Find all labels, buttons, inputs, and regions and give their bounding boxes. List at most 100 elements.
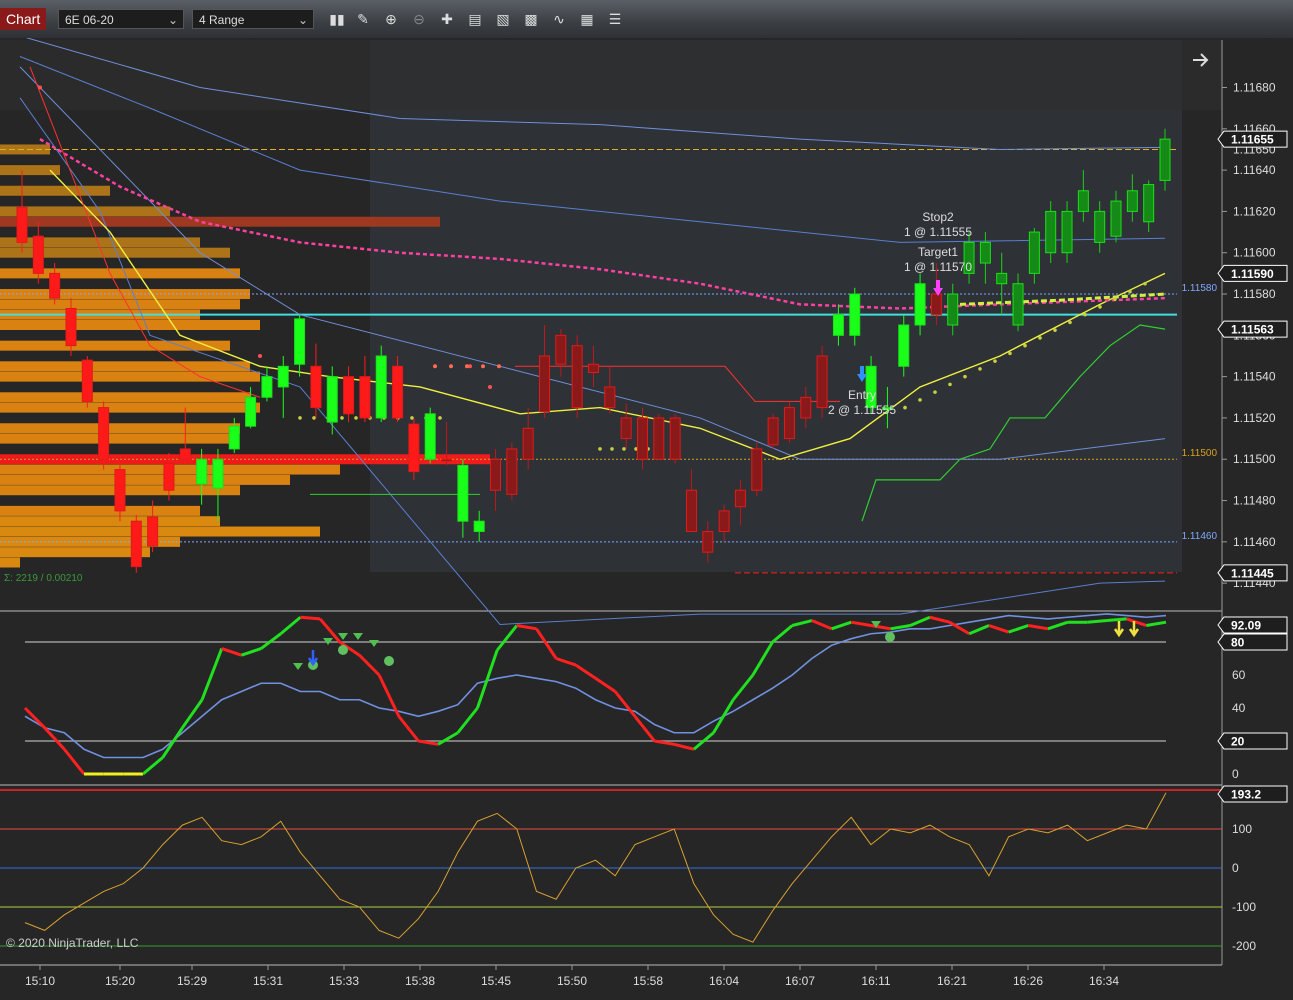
time-tick-label: 15:38 bbox=[405, 974, 435, 988]
oscillator-tick-label: 0 bbox=[1232, 767, 1239, 781]
candle-body bbox=[1077, 190, 1089, 212]
candle-body bbox=[375, 355, 387, 419]
candle-body bbox=[1061, 210, 1073, 254]
volume-profile-bar bbox=[0, 216, 440, 227]
volume-profile-summary: Σ: 2219 / 0.00210 bbox=[4, 573, 83, 584]
price-tick-label: 1.11640 bbox=[1233, 163, 1276, 177]
candle-body bbox=[734, 489, 746, 508]
oscillator-tick-label: 60 bbox=[1232, 668, 1246, 682]
time-tick-label: 16:34 bbox=[1089, 974, 1119, 988]
candle-body bbox=[653, 417, 665, 460]
time-tick-label: 15:31 bbox=[253, 974, 283, 988]
candle-body bbox=[751, 448, 763, 491]
data-box-icon[interactable]: ▧ bbox=[494, 10, 512, 28]
indicator-dot bbox=[622, 447, 626, 451]
price-level-label: 1.11460 bbox=[1182, 531, 1218, 542]
indicator-dot bbox=[610, 447, 614, 451]
instrument-selector[interactable]: 6E 06-20 ⌄ bbox=[58, 9, 184, 29]
indicator-dot bbox=[312, 416, 316, 420]
price-level-label: 1.11580 bbox=[1182, 283, 1218, 294]
candle-body bbox=[196, 458, 208, 485]
draw-pencil-icon[interactable]: ✎ bbox=[354, 10, 372, 28]
candle-body bbox=[849, 293, 861, 336]
time-tick-label: 15:20 bbox=[105, 974, 135, 988]
candle-body bbox=[832, 314, 844, 336]
more-icon[interactable]: ☰ bbox=[606, 10, 624, 28]
time-tick-label: 16:04 bbox=[709, 974, 739, 988]
indicator-dot bbox=[481, 364, 485, 369]
zoom-out-icon[interactable]: ⊖ bbox=[410, 10, 428, 28]
time-tick-label: 15:29 bbox=[177, 974, 207, 988]
candle-body bbox=[620, 417, 632, 440]
candle-body bbox=[1110, 200, 1122, 237]
candle-body bbox=[49, 272, 61, 299]
indicator-dot bbox=[1113, 297, 1117, 301]
chart-tab-label[interactable]: Chart bbox=[0, 8, 47, 30]
oscillator-fast-segment bbox=[1087, 619, 1108, 624]
oscillator-fast-segment bbox=[1106, 617, 1127, 623]
upper-shade bbox=[0, 40, 1222, 110]
candle-body bbox=[604, 386, 616, 409]
indicator-dot bbox=[1053, 328, 1057, 332]
cci-marker-label: 193.2 bbox=[1231, 788, 1261, 802]
indicator-dot bbox=[963, 374, 967, 379]
cci-tick-label: -100 bbox=[1232, 900, 1256, 914]
candle-body bbox=[571, 345, 583, 409]
candle-body bbox=[179, 448, 191, 460]
candle-body bbox=[261, 376, 273, 398]
candle-body bbox=[522, 427, 534, 460]
candle-body bbox=[1045, 210, 1057, 254]
candle-body bbox=[212, 458, 224, 489]
indicator-dot bbox=[918, 398, 922, 402]
properties-icon[interactable]: ▤ bbox=[466, 10, 484, 28]
volume-profile-bar bbox=[0, 392, 250, 403]
candle-body bbox=[392, 365, 404, 419]
crosshair-icon[interactable]: ✚ bbox=[438, 10, 456, 28]
volume-profile-bar bbox=[0, 547, 150, 558]
volume-profile-bar bbox=[0, 474, 290, 485]
candle-body bbox=[816, 355, 828, 409]
candle-body bbox=[669, 417, 681, 460]
price-tick-label: 1.11600 bbox=[1233, 246, 1276, 260]
price-tick-label: 1.11680 bbox=[1233, 81, 1276, 95]
time-tick-label: 15:10 bbox=[25, 974, 55, 988]
candle-body bbox=[979, 241, 991, 264]
indicator-dot bbox=[465, 364, 469, 369]
price-marker-label: 1.11590 bbox=[1231, 267, 1274, 281]
indicator-dot bbox=[1038, 336, 1042, 340]
oscillator-marker-label: 20 bbox=[1231, 735, 1245, 749]
bar-style-icon[interactable]: ▮▮ bbox=[328, 10, 346, 28]
indicator-dot bbox=[1008, 351, 1012, 356]
price-tick-label: 1.11520 bbox=[1233, 411, 1276, 425]
indicator-dot bbox=[978, 367, 982, 371]
volume-profile-bar bbox=[0, 433, 230, 444]
candle-body bbox=[163, 462, 175, 491]
zoom-in-icon[interactable]: ⊕ bbox=[382, 10, 400, 28]
entry-order-detail: 2 @ 1.11555 bbox=[828, 403, 896, 417]
indicator-dot bbox=[1098, 305, 1102, 309]
volume-profile-bar bbox=[0, 165, 60, 176]
templates-icon[interactable]: ▦ bbox=[578, 10, 596, 28]
time-tick-label: 15:58 bbox=[633, 974, 663, 988]
volume-profile-bar bbox=[0, 423, 240, 434]
indicator-dot bbox=[258, 353, 262, 358]
candle-body bbox=[783, 407, 795, 440]
indicator-dot bbox=[354, 416, 358, 420]
indicator-dot bbox=[438, 416, 442, 420]
indicators-icon[interactable]: ∿ bbox=[550, 10, 568, 28]
oscillator-signal-dot bbox=[384, 656, 394, 666]
copyright-text: © 2020 NinjaTrader, LLC bbox=[6, 936, 139, 950]
volume-profile-bar bbox=[0, 557, 20, 568]
indicator-dot bbox=[449, 364, 453, 369]
cci-tick-label: 100 bbox=[1232, 822, 1252, 836]
chart-area[interactable]: Σ: 2219 / 0.00210 1.115801.115001.11460 … bbox=[0, 38, 1293, 1000]
indicator-dot bbox=[433, 364, 437, 369]
candle-body bbox=[555, 334, 567, 365]
candle-body bbox=[441, 458, 453, 462]
strategies-icon[interactable]: ▩ bbox=[522, 10, 540, 28]
candle-body bbox=[539, 355, 551, 413]
indicator-dot bbox=[598, 447, 602, 451]
bar-type-selector[interactable]: 4 Range ⌄ bbox=[192, 9, 314, 29]
volume-profile-bar bbox=[0, 185, 110, 196]
indicator-dot bbox=[1143, 281, 1147, 286]
